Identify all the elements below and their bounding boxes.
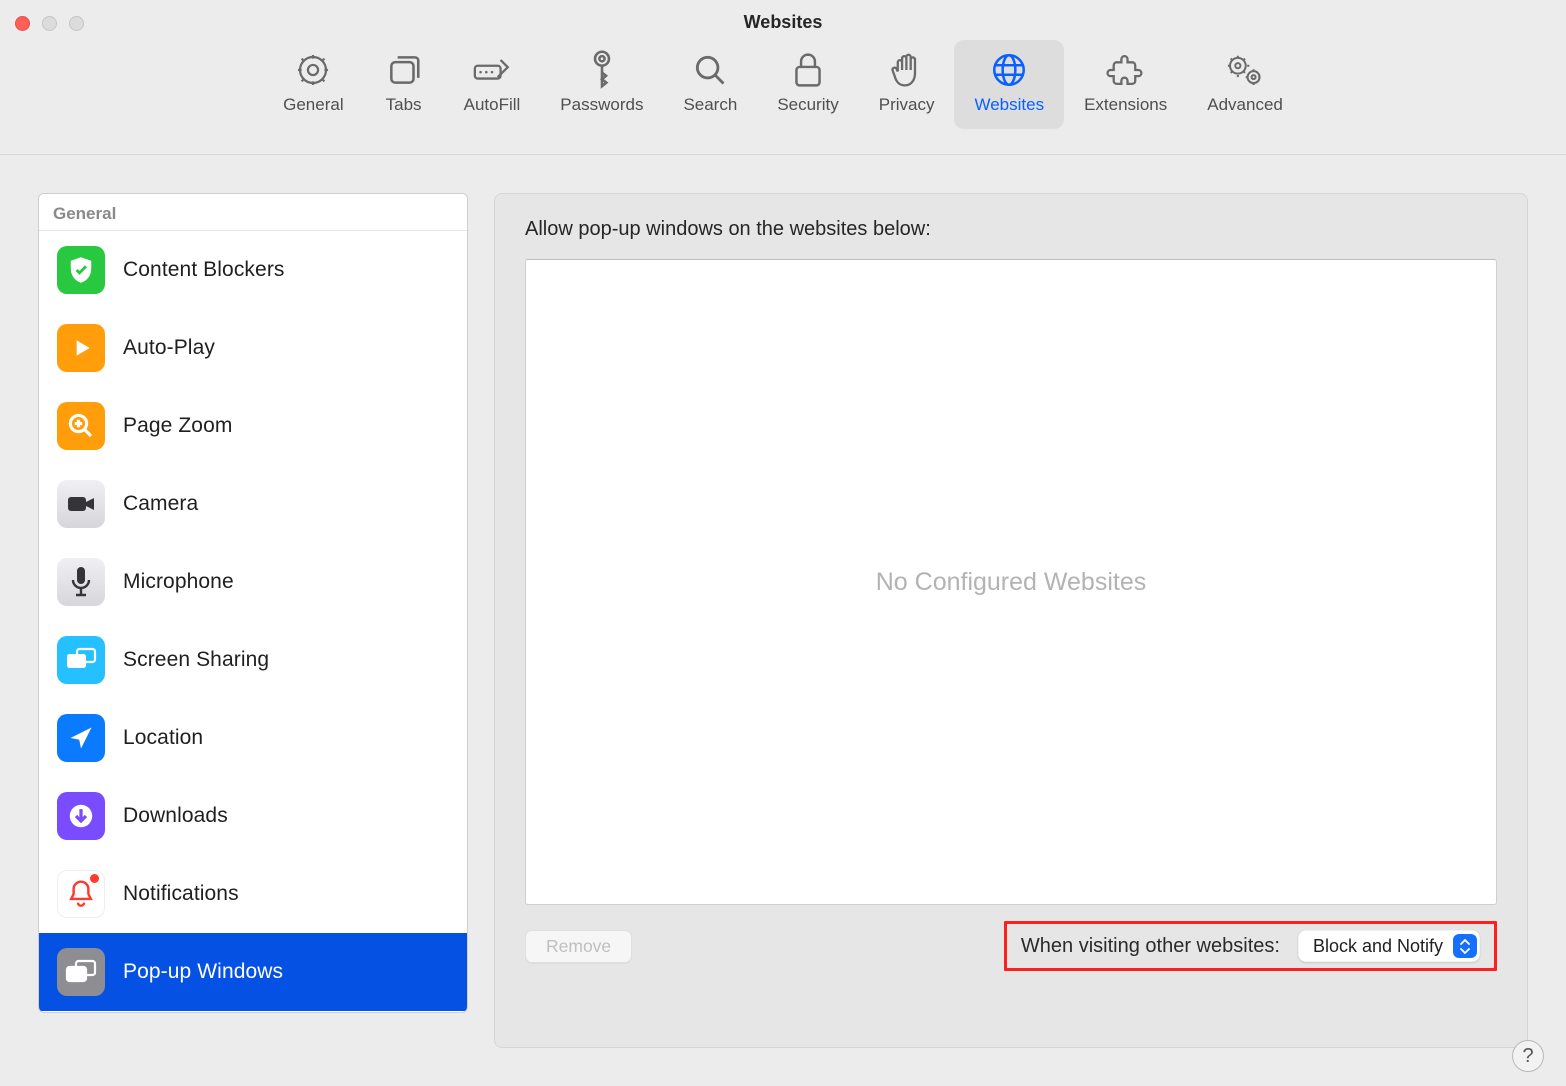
shield-check-icon — [57, 246, 105, 294]
sidebar-item-label: Microphone — [123, 570, 234, 594]
remove-button[interactable]: Remove — [525, 930, 632, 963]
sidebar-item-label: Screen Sharing — [123, 648, 269, 672]
microphone-icon — [57, 558, 105, 606]
sidebar-item-label: Camera — [123, 492, 198, 516]
tab-search[interactable]: Search — [663, 40, 757, 129]
windows-icon — [57, 948, 105, 996]
sidebar-item-microphone[interactable]: Microphone — [39, 543, 467, 621]
tab-autofill[interactable]: AutoFill — [444, 40, 541, 129]
tab-security[interactable]: Security — [757, 40, 858, 129]
tab-label: Privacy — [879, 95, 935, 115]
sidebar-section-title: General — [39, 194, 467, 231]
tab-label: AutoFill — [464, 95, 521, 115]
empty-state-text: No Configured Websites — [876, 568, 1147, 597]
key-icon — [582, 50, 622, 90]
tab-general[interactable]: General — [263, 40, 363, 129]
sidebar-item-label: Location — [123, 726, 203, 750]
sidebar-item-page-zoom[interactable]: Page Zoom — [39, 387, 467, 465]
tab-label: Search — [683, 95, 737, 115]
tab-extensions[interactable]: Extensions — [1064, 40, 1187, 129]
tab-passwords[interactable]: Passwords — [540, 40, 663, 129]
location-arrow-icon — [57, 714, 105, 762]
sidebar-item-label: Auto-Play — [123, 336, 215, 360]
tab-label: General — [283, 95, 343, 115]
tab-advanced[interactable]: Advanced — [1187, 40, 1303, 129]
tab-tabs[interactable]: Tabs — [364, 40, 444, 129]
bell-icon — [57, 870, 105, 918]
tab-label: Advanced — [1207, 95, 1283, 115]
search-icon — [690, 50, 730, 90]
hand-icon — [887, 50, 927, 90]
download-icon — [57, 792, 105, 840]
sidebar-list[interactable]: Content Blockers Auto-Play Page Zoom — [39, 231, 467, 1012]
sidebar-item-notifications[interactable]: Notifications — [39, 855, 467, 933]
tab-websites[interactable]: Websites — [954, 40, 1064, 129]
play-icon — [57, 324, 105, 372]
gear-icon — [293, 50, 333, 90]
camera-icon — [57, 480, 105, 528]
settings-sidebar: General Content Blockers — [38, 193, 468, 1013]
help-button[interactable]: ? — [1512, 1040, 1544, 1072]
detail-heading: Allow pop-up windows on the websites bel… — [525, 218, 1497, 241]
sidebar-item-location[interactable]: Location — [39, 699, 467, 777]
dropdown-value: Block and Notify — [1313, 936, 1443, 957]
sidebar-item-popup-windows[interactable]: Pop-up Windows — [39, 933, 467, 1011]
content-area: General Content Blockers — [38, 193, 1528, 1048]
sidebar-item-label: Content Blockers — [123, 258, 285, 282]
detail-panel: Allow pop-up windows on the websites bel… — [494, 193, 1528, 1048]
gears-icon — [1225, 50, 1265, 90]
tab-label: Tabs — [386, 95, 422, 115]
sidebar-item-screen-sharing[interactable]: Screen Sharing — [39, 621, 467, 699]
zoom-in-icon — [57, 402, 105, 450]
configured-websites-list[interactable]: No Configured Websites — [525, 259, 1497, 905]
detail-footer: Remove When visiting other websites: Blo… — [525, 921, 1497, 971]
other-websites-label: When visiting other websites: — [1021, 935, 1280, 958]
sidebar-item-auto-play[interactable]: Auto-Play — [39, 309, 467, 387]
sidebar-item-label: Downloads — [123, 804, 228, 828]
tabs-icon — [384, 50, 424, 90]
preferences-window: Websites General Tabs — [0, 0, 1566, 1086]
sidebar-item-downloads[interactable]: Downloads — [39, 777, 467, 855]
tab-label: Passwords — [560, 95, 643, 115]
sidebar-item-label: Page Zoom — [123, 414, 232, 438]
screens-icon — [57, 636, 105, 684]
preferences-toolbar: General Tabs AutoFill — [0, 40, 1566, 155]
popup-policy-dropdown[interactable]: Block and Notify — [1298, 930, 1480, 962]
sidebar-item-label: Pop-up Windows — [123, 960, 283, 984]
sidebar-item-camera[interactable]: Camera — [39, 465, 467, 543]
puzzle-icon — [1106, 50, 1146, 90]
tab-label: Websites — [974, 95, 1044, 115]
sidebar-item-label: Notifications — [123, 882, 239, 906]
footer-highlight-box: When visiting other websites: Block and … — [1004, 921, 1497, 971]
tab-label: Security — [777, 95, 838, 115]
sidebar-item-content-blockers[interactable]: Content Blockers — [39, 231, 467, 309]
tab-privacy[interactable]: Privacy — [859, 40, 955, 129]
tab-label: Extensions — [1084, 95, 1167, 115]
chevron-up-down-icon — [1453, 934, 1477, 958]
window-title: Websites — [0, 12, 1566, 33]
globe-icon — [989, 50, 1029, 90]
lock-icon — [788, 50, 828, 90]
autofill-icon — [472, 50, 512, 90]
